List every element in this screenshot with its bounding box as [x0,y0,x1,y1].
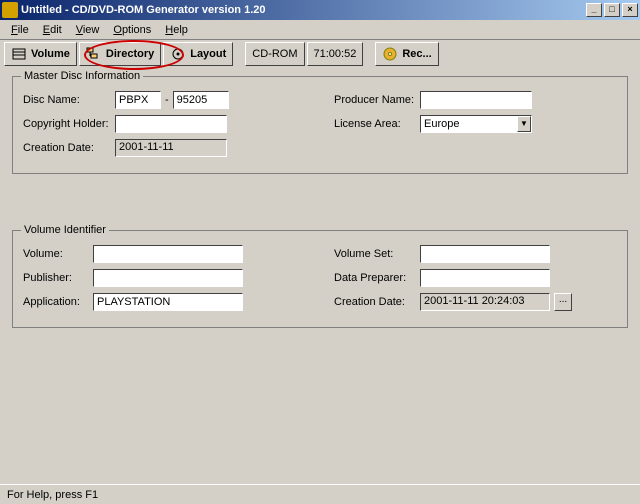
application-field[interactable] [93,293,243,311]
menu-options[interactable]: Options [106,22,158,38]
vol-creation-value: 2001-11-11 20:24:03 [420,293,550,311]
tab-volume[interactable]: Volume [4,42,77,66]
tab-layout[interactable]: Layout [163,42,233,66]
tab-directory-label: Directory [106,48,154,60]
window-buttons: _ □ × [586,3,638,17]
menubar: File Edit View Options Help [0,20,640,40]
volume-legend: Volume Identifier [21,224,109,236]
statusbar: For Help, press F1 [0,484,640,504]
directory-icon [86,46,102,62]
menu-help[interactable]: Help [158,22,195,38]
volume-field[interactable] [93,245,243,263]
record-button[interactable]: Rec... [375,42,438,66]
producer-label: Producer Name: [334,94,416,106]
creation-date-label: Creation Date: [23,142,111,154]
volume-identifier-fieldset: Volume Identifier Volume: Publisher: App… [12,230,628,328]
chevron-down-icon: ▼ [517,116,531,132]
layout-icon [170,46,186,62]
time-button[interactable]: 71:00:52 [307,42,364,66]
license-label: License Area: [334,118,416,130]
app-icon [2,2,18,18]
close-button[interactable]: × [622,3,638,17]
dataprep-field[interactable] [420,269,550,287]
time-label: 71:00:52 [314,48,357,60]
cdrom-label: CD-ROM [252,48,297,60]
dataprep-label: Data Preparer: [334,272,416,284]
record-label: Rec... [402,48,431,60]
maximize-button[interactable]: □ [604,3,620,17]
menu-view[interactable]: View [69,22,107,38]
tab-layout-label: Layout [190,48,226,60]
tab-directory[interactable]: Directory [79,42,161,66]
content-area: Master Disc Information Disc Name: - Cop… [0,68,640,392]
cdrom-button[interactable]: CD-ROM [245,42,304,66]
publisher-field[interactable] [93,269,243,287]
disc-name-label: Disc Name: [23,94,111,106]
volset-label: Volume Set: [334,248,416,260]
volume-label: Volume: [23,248,89,260]
disc-icon [382,46,398,62]
producer-field[interactable] [420,91,532,109]
menu-file[interactable]: File [4,22,36,38]
copyright-label: Copyright Holder: [23,118,111,130]
publisher-label: Publisher: [23,272,89,284]
application-label: Application: [23,296,89,308]
master-disc-fieldset: Master Disc Information Disc Name: - Cop… [12,76,628,174]
status-text: For Help, press F1 [4,488,101,502]
disc-name-sep: - [165,94,169,106]
license-combo[interactable]: Europe ▼ [420,115,532,133]
minimize-button[interactable]: _ [586,3,602,17]
vol-creation-label: Creation Date: [334,296,416,308]
disc-name-field-1[interactable] [115,91,161,109]
license-value: Europe [424,118,459,130]
tab-volume-label: Volume [31,48,70,60]
window-title: Untitled - CD/DVD-ROM Generator version … [21,4,586,16]
titlebar: Untitled - CD/DVD-ROM Generator version … [0,0,640,20]
menu-edit[interactable]: Edit [36,22,69,38]
date-picker-button[interactable]: ... [554,293,572,311]
creation-date-value: 2001-11-11 [115,139,227,157]
copyright-field[interactable] [115,115,227,133]
volset-field[interactable] [420,245,550,263]
toolbar: Volume Directory Layout CD-ROM 71:00:52 … [0,40,640,68]
volume-icon [11,46,27,62]
disc-name-field-2[interactable] [173,91,229,109]
master-legend: Master Disc Information [21,70,143,82]
